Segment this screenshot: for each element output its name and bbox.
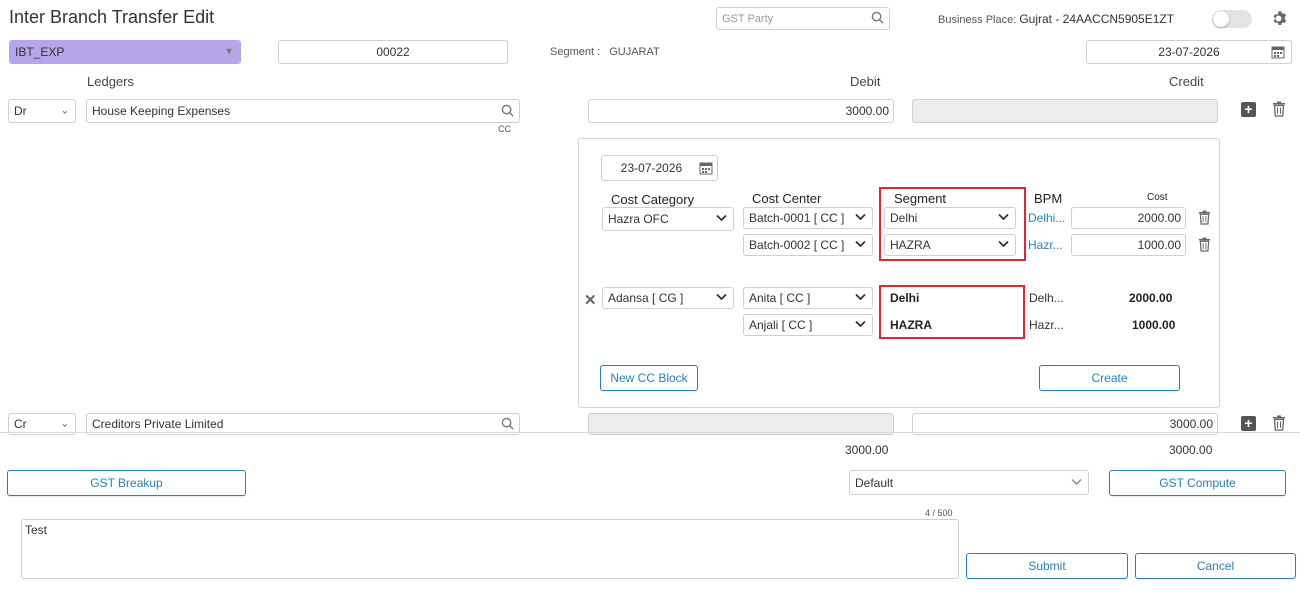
- chevron-down-icon: [716, 214, 727, 225]
- cc-date-input[interactable]: 23-07-2026: [601, 155, 718, 181]
- cost-center-value: Anjali [ CC ]: [749, 318, 813, 332]
- dr-ledger-input[interactable]: House Keeping Expenses: [86, 99, 520, 123]
- dr-type-select[interactable]: Dr ⌄: [8, 99, 76, 123]
- cost-text: 1000.00: [1132, 318, 1176, 332]
- cost-header: Cost: [1147, 192, 1168, 203]
- submit-button[interactable]: Submit: [966, 553, 1128, 579]
- chevron-down-icon: [716, 293, 727, 304]
- chevron-down-icon: [855, 213, 866, 224]
- gst-party-placeholder: GST Party: [722, 12, 774, 25]
- voucher-date-input[interactable]: 23-07-2026: [1086, 40, 1292, 64]
- cost-category-select[interactable]: Hazra OFC: [602, 207, 734, 231]
- business-place: Business Place: Gujrat - 24AACCN5905E1ZT: [938, 12, 1174, 26]
- trash-icon[interactable]: [1272, 415, 1286, 431]
- tax-template-value: Default: [855, 475, 894, 490]
- caret-down-icon: ▼: [224, 46, 234, 58]
- trash-icon[interactable]: [1198, 210, 1211, 225]
- dr-debit-value: 3000.00: [845, 104, 889, 118]
- segment-label: Segment :: [550, 46, 601, 58]
- section-divider: [0, 432, 1300, 433]
- segment-highlight-box: [879, 285, 1025, 339]
- chevron-down-icon: [1071, 477, 1082, 488]
- bpm-text: Delh...: [1029, 291, 1064, 305]
- gear-icon[interactable]: [1269, 9, 1287, 27]
- trash-icon[interactable]: [1198, 237, 1211, 252]
- bpm-text: Hazr...: [1029, 318, 1064, 332]
- voucher-type-value: IBT_EXP: [15, 45, 65, 59]
- bpm-header: BPM: [1034, 191, 1063, 206]
- calendar-icon[interactable]: [1271, 45, 1285, 62]
- chevron-down-icon: [855, 240, 866, 251]
- cost-category-value: Hazra OFC: [608, 212, 669, 226]
- search-icon[interactable]: [501, 417, 514, 433]
- business-place-toggle[interactable]: [1212, 10, 1252, 28]
- cost-center-select[interactable]: Anjali [ CC ]: [743, 314, 873, 336]
- cost-center-value: Batch-0001 [ CC ]: [749, 211, 845, 225]
- narration-textarea[interactable]: Test: [21, 519, 959, 579]
- cc-date-value: 23-07-2026: [620, 161, 683, 175]
- add-row-icon[interactable]: +: [1241, 416, 1256, 431]
- cost-center-select[interactable]: Batch-0002 [ CC ]: [743, 234, 873, 256]
- cost-value: 2000.00: [1137, 211, 1181, 225]
- business-place-label: Business Place:: [938, 14, 1017, 26]
- tax-template-select[interactable]: Default: [849, 470, 1089, 495]
- dr-ledger-value: House Keeping Expenses: [92, 104, 231, 118]
- ledgers-column-header: Ledgers: [87, 74, 134, 89]
- bpm-link[interactable]: Delhi...: [1028, 211, 1065, 225]
- cost-center-select[interactable]: Batch-0001 [ CC ]: [743, 207, 873, 229]
- debit-column-header: Debit: [850, 74, 881, 89]
- cost-center-select[interactable]: Anita [ CC ]: [743, 287, 873, 309]
- cost-category-header: Cost Category: [611, 192, 695, 207]
- cost-text: 2000.00: [1129, 291, 1173, 305]
- gst-compute-button[interactable]: GST Compute: [1109, 470, 1286, 496]
- narration-text: Test: [25, 523, 48, 537]
- dr-debit-input[interactable]: 3000.00: [588, 99, 894, 123]
- character-count: 4 / 500: [925, 508, 953, 518]
- cost-input[interactable]: 2000.00: [1071, 207, 1186, 229]
- debit-total: 3000.00: [845, 443, 889, 457]
- chevron-down-icon: [855, 320, 866, 331]
- cost-category-select[interactable]: Adansa [ CG ]: [602, 287, 734, 309]
- cancel-button[interactable]: Cancel: [1135, 553, 1296, 579]
- cr-credit-value: 3000.00: [1169, 417, 1213, 431]
- new-cc-block-button[interactable]: New CC Block: [600, 365, 698, 391]
- voucher-date-value: 23-07-2026: [1158, 45, 1220, 59]
- segment-value: GUJARAT: [609, 46, 660, 58]
- dr-type-value: Dr: [14, 104, 27, 118]
- chevron-down-icon: ⌄: [60, 105, 69, 117]
- voucher-number-input[interactable]: 00022: [278, 40, 508, 64]
- add-row-icon[interactable]: +: [1241, 102, 1256, 117]
- cost-center-value: Batch-0002 [ CC ]: [749, 238, 845, 252]
- cr-ledger-value: Creditors Private Limited: [92, 417, 224, 431]
- voucher-type-select[interactable]: IBT_EXP ▼: [9, 40, 241, 64]
- cost-category-value: Adansa [ CG ]: [608, 291, 684, 305]
- close-icon[interactable]: ✕: [584, 291, 597, 309]
- cr-type-value: Cr: [14, 417, 27, 431]
- dr-credit-input[interactable]: [912, 99, 1218, 123]
- voucher-number-value: 00022: [376, 45, 410, 59]
- business-place-value: Gujrat - 24AACCN5905E1ZT: [1019, 12, 1175, 26]
- segment-highlight-box: [879, 187, 1026, 261]
- credit-column-header: Credit: [1169, 74, 1204, 89]
- search-icon[interactable]: [501, 104, 514, 120]
- search-icon[interactable]: [871, 11, 884, 27]
- bpm-link[interactable]: Hazr...: [1028, 238, 1063, 252]
- cost-value: 1000.00: [1137, 238, 1181, 252]
- cost-center-header: Cost Center: [752, 191, 822, 206]
- trash-icon[interactable]: [1272, 101, 1286, 117]
- credit-total: 3000.00: [1169, 443, 1213, 457]
- page-title: Inter Branch Transfer Edit: [9, 7, 215, 27]
- chevron-down-icon: ⌄: [60, 418, 69, 430]
- create-button[interactable]: Create: [1039, 365, 1180, 391]
- cost-input[interactable]: 1000.00: [1071, 234, 1186, 256]
- chevron-down-icon: [855, 293, 866, 304]
- gst-party-input[interactable]: GST Party: [716, 7, 890, 30]
- gst-breakup-button[interactable]: GST Breakup: [7, 470, 246, 496]
- segment-info: Segment : GUJARAT: [550, 46, 660, 58]
- calendar-icon[interactable]: [699, 161, 713, 178]
- cc-tag[interactable]: CC: [498, 124, 511, 134]
- cost-center-value: Anita [ CC ]: [749, 291, 811, 305]
